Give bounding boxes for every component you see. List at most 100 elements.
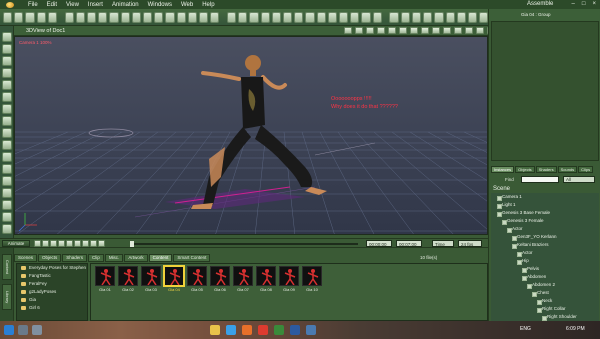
filter-select[interactable]: All	[563, 176, 595, 183]
scene-tree-item[interactable]: Actor	[491, 225, 599, 233]
find-input[interactable]	[521, 176, 559, 183]
maximize-icon[interactable]: □	[582, 1, 586, 7]
physics-icon[interactable]	[445, 11, 455, 23]
direct-manip-icon[interactable]	[143, 11, 153, 23]
loop-icon[interactable]	[74, 240, 81, 247]
camera-icon[interactable]	[227, 11, 237, 23]
orbit-icon[interactable]	[165, 11, 175, 23]
record-icon[interactable]	[82, 240, 89, 247]
category-list[interactable]: Everyday Poses for Stephen FangTastic Fera…	[16, 263, 88, 321]
ik-icon[interactable]	[434, 11, 444, 23]
grid-toggle-icon[interactable]	[465, 27, 473, 34]
scene-tree-item[interactable]: Light 1	[491, 201, 599, 209]
pose-thumbnail[interactable]: Gia 07	[233, 266, 253, 293]
pose-thumbnail[interactable]: Gia 05	[187, 266, 207, 293]
zoom-tool-icon[interactable]	[2, 32, 12, 42]
timeline-slider[interactable]	[130, 241, 358, 247]
3d-viewport[interactable]: Camera 1 100% Ooooooopps !!!!! Why does …	[14, 36, 488, 235]
scene-tree-item[interactable]: Abdomen	[491, 273, 599, 281]
side-tab-library[interactable]: Library	[2, 284, 12, 310]
explorer-icon[interactable]	[210, 325, 220, 335]
end-time-field[interactable]: 00:07:00	[396, 240, 422, 247]
cylinder-icon[interactable]	[271, 11, 282, 23]
menu-animation[interactable]: Animation	[112, 2, 139, 8]
select-icon[interactable]	[64, 11, 74, 23]
close-icon[interactable]: ×	[592, 1, 596, 7]
content-tab-shaders[interactable]: Shaders	[62, 254, 88, 262]
panel-tab-clips[interactable]: Clips	[578, 166, 594, 173]
language-indicator[interactable]: ENG	[520, 326, 531, 332]
room-assemble[interactable]: Assemble	[527, 1, 553, 7]
shadows-icon[interactable]	[388, 27, 396, 34]
lights-icon[interactable]	[377, 27, 385, 34]
photoshop-icon[interactable]	[290, 325, 300, 335]
scene-tree-item[interactable]: Gen3F_YO Kerlann	[491, 233, 599, 241]
grid-icon[interactable]	[327, 11, 338, 23]
options-icon[interactable]	[98, 240, 105, 247]
snap-icon[interactable]	[339, 11, 349, 23]
cone-icon[interactable]	[283, 11, 293, 23]
scene-tree-item[interactable]: Genesis 3 Female	[491, 217, 599, 225]
app-logo-icon[interactable]	[4, 1, 18, 9]
texture-icon[interactable]	[411, 11, 422, 23]
start-icon[interactable]	[4, 325, 14, 335]
fps-select[interactable]: 24 fps	[458, 240, 482, 247]
content-tab-scenes[interactable]: Scenes	[14, 254, 38, 262]
scene-tree-item[interactable]: Genesis 3 Base Female	[491, 209, 599, 217]
hide-tool-icon[interactable]	[2, 212, 12, 222]
move-tool-icon[interactable]	[2, 92, 12, 102]
material-icon[interactable]	[389, 11, 399, 23]
preview-tool-icon[interactable]	[2, 200, 12, 210]
pose-thumbnail[interactable]: Gia 04	[164, 266, 184, 293]
content-tab-clip[interactable]: Clip	[88, 254, 104, 262]
category-item[interactable]: FangTastic	[17, 272, 87, 280]
shading-icon[interactable]	[355, 27, 363, 34]
scene-tree-item[interactable]: Hip	[491, 257, 599, 265]
content-tab-smart-content[interactable]: Smart Content	[173, 254, 211, 262]
content-tab-artwork[interactable]: Artwork	[124, 254, 148, 262]
export-icon[interactable]	[456, 11, 466, 23]
light-icon[interactable]	[238, 11, 248, 23]
scene-tree-item[interactable]: Pelvis	[491, 265, 599, 273]
top-view-icon[interactable]	[432, 27, 440, 34]
next-frame-icon[interactable]	[58, 240, 65, 247]
render-settings-icon[interactable]	[210, 11, 220, 23]
menu-view[interactable]: View	[66, 2, 79, 8]
wireframe-icon[interactable]	[366, 27, 374, 34]
menu-edit[interactable]: Edit	[47, 2, 57, 8]
content-tab-misc-[interactable]: Misc.	[104, 254, 124, 262]
start-time-field[interactable]: 00:00:00	[366, 240, 392, 247]
perspective-icon[interactable]	[344, 27, 352, 34]
select-tool-icon[interactable]	[2, 152, 12, 162]
bone-icon[interactable]	[423, 11, 433, 23]
category-item[interactable]: Girl 6	[17, 304, 87, 312]
magnet-icon[interactable]	[350, 11, 360, 23]
category-item[interactable]: Gia	[17, 296, 87, 304]
lock-tool-icon[interactable]	[2, 224, 12, 234]
taper-icon[interactable]	[120, 11, 130, 23]
content-tab-content[interactable]: Content	[148, 254, 173, 262]
timeline-thumb[interactable]	[130, 241, 134, 247]
minimize-icon[interactable]: –	[572, 1, 575, 7]
browser-icon[interactable]	[226, 325, 236, 335]
paint-tool-icon[interactable]	[2, 140, 12, 150]
save-icon[interactable]	[25, 11, 35, 23]
pan-tool-icon[interactable]	[2, 44, 12, 54]
pose-thumbnail[interactable]: Gia 01	[95, 266, 115, 293]
firefox-icon[interactable]	[242, 325, 252, 335]
side-tab-content[interactable]: Content	[2, 254, 12, 280]
chrome-icon[interactable]	[258, 325, 268, 335]
scene-tree-item[interactable]: Keltani Braziers	[491, 241, 599, 249]
link-icon[interactable]	[361, 11, 371, 23]
camera-view-icon[interactable]	[454, 27, 462, 34]
help-icon[interactable]	[479, 11, 489, 23]
open-icon[interactable]	[14, 11, 24, 23]
panel-tab-instances[interactable]: Instances	[491, 166, 515, 173]
fit-icon[interactable]	[399, 27, 407, 34]
torus-icon[interactable]	[305, 11, 315, 23]
new-scene-icon[interactable]	[3, 11, 13, 23]
scene-tree-item[interactable]: Actor	[491, 249, 599, 257]
pose-thumbnail[interactable]: Gia 08	[256, 266, 276, 293]
camera-tool-icon[interactable]	[2, 176, 12, 186]
text-icon[interactable]	[316, 11, 326, 23]
